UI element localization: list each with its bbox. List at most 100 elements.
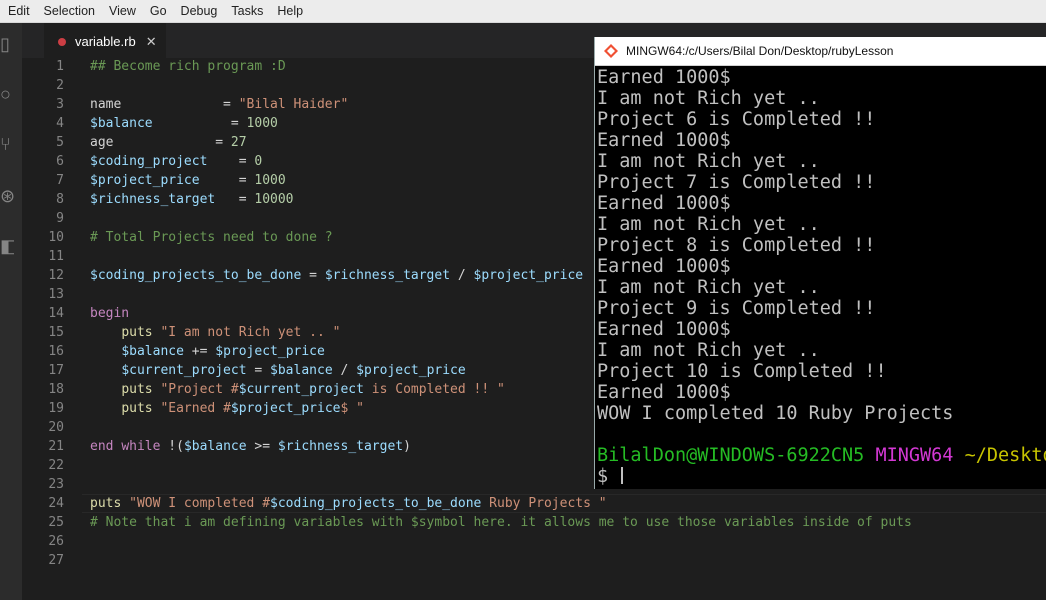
code-token: $balance	[270, 363, 333, 378]
menu-go[interactable]: Go	[142, 0, 173, 22]
terminal-line: Earned 1000$	[597, 256, 731, 277]
code-token: "WOW I completed #	[129, 496, 271, 511]
terminal-output[interactable]: Earned 1000$ I am not Rich yet .. Project …	[597, 67, 1046, 487]
search-icon[interactable]: ○	[0, 83, 14, 105]
code-token: =	[246, 363, 271, 378]
code-token: 1000	[254, 173, 286, 188]
line-number: 17	[48, 363, 64, 378]
code-token: puts	[90, 496, 122, 511]
line-number: 21	[48, 439, 64, 454]
code-token: /	[450, 268, 474, 283]
code-token: $project_price	[230, 401, 341, 416]
menu-edit[interactable]: Edit	[0, 0, 36, 22]
menu-tasks[interactable]: Tasks	[223, 0, 269, 22]
terminal-line: WOW I completed 10 Ruby Projects	[597, 403, 954, 424]
terminal-line: I am not Rich yet ..	[597, 340, 820, 361]
terminal-line: Project 8 is Completed !!	[597, 235, 876, 256]
code-token: puts	[121, 382, 153, 397]
line-number: 19	[48, 401, 64, 416]
code-text: name = "Bilal Haider"	[90, 95, 348, 114]
code-text: puts "I am not Rich yet .. "	[90, 323, 340, 342]
terminal-line: Earned 1000$	[597, 193, 731, 214]
files-icon[interactable]: ▯	[0, 33, 14, 55]
line-number: 10	[48, 230, 64, 245]
menu-bar: Edit Selection View Go Debug Tasks Help	[0, 0, 1046, 23]
line-number: 22	[48, 458, 64, 473]
code-text: $balance = 1000	[90, 114, 278, 133]
code-text: begin	[90, 304, 129, 323]
code-token: is Completed !! "	[363, 382, 505, 397]
code-token: Ruby Projects "	[481, 496, 607, 511]
tab-label: variable.rb	[75, 34, 136, 49]
code-token: $project_price	[473, 268, 584, 283]
terminal-title-bar[interactable]: MINGW64:/c/Users/Bilal Don/Desktop/rubyL…	[595, 37, 1046, 66]
terminal-line: Earned 1000$	[597, 319, 731, 340]
code-token: $current_project	[121, 363, 247, 378]
line-number: 3	[56, 97, 64, 112]
git-bash-icon	[604, 44, 618, 58]
code-token: $coding_project	[90, 154, 208, 169]
terminal-window[interactable]: MINGW64:/c/Users/Bilal Don/Desktop/rubyL…	[594, 37, 1046, 489]
terminal-line: Project 10 is Completed !!	[597, 361, 887, 382]
menu-help[interactable]: Help	[269, 0, 309, 22]
code-token: +=	[183, 344, 216, 359]
ruby-file-icon	[58, 37, 66, 46]
line-number: 15	[48, 325, 64, 340]
code-text: # Note that i am defining variables with…	[90, 513, 912, 532]
extensions-icon[interactable]: ◧	[0, 235, 14, 257]
menu-view[interactable]: View	[101, 0, 142, 22]
code-token: $project_price	[356, 363, 466, 378]
prompt-user: BilalDon@WINDOWS-6922CN5	[597, 445, 865, 466]
line-number: 9	[56, 211, 64, 226]
tab-variable-rb[interactable]: variable.rb ✕	[44, 23, 166, 59]
code-token: $current_project	[238, 382, 364, 397]
terminal-line: Earned 1000$	[597, 130, 731, 151]
code-token: $balance	[121, 344, 184, 359]
code-token: /	[332, 363, 357, 378]
line-number: 2	[56, 78, 64, 93]
line-number: 26	[48, 534, 64, 549]
terminal-line: Project 7 is Completed !!	[597, 172, 876, 193]
code-token: )	[403, 439, 411, 454]
code-token: ## Become rich program :D	[90, 59, 286, 74]
code-token: puts	[121, 325, 153, 340]
code-token: =	[301, 268, 325, 283]
menu-debug[interactable]: Debug	[173, 0, 224, 22]
close-icon[interactable]: ✕	[146, 34, 157, 50]
debug-icon[interactable]: ⊛	[0, 185, 14, 207]
code-token: $richness_target	[324, 268, 451, 283]
code-token: =	[215, 192, 255, 207]
menu-selection[interactable]: Selection	[36, 0, 101, 22]
code-token: 10000	[254, 192, 294, 207]
code-token: "Earned #	[160, 401, 231, 416]
line-number: 23	[48, 477, 64, 492]
code-token: name =	[90, 97, 239, 112]
line-number: 27	[48, 553, 64, 568]
input-prompt: $	[597, 466, 620, 487]
code-token: "Bilal Haider"	[238, 97, 349, 112]
line-number: 13	[48, 287, 64, 302]
code-token: # Note that i am defining variables with…	[90, 515, 912, 530]
code-token: $coding_projects_to_be_done	[90, 268, 302, 283]
code-text: $current_project = $balance / $project_p…	[90, 361, 466, 380]
line-number: 12	[48, 268, 64, 283]
code-text: # Total Projects need to done ?	[90, 228, 333, 247]
terminal-input-line[interactable]: $	[597, 466, 1046, 487]
code-text: $richness_target = 10000	[90, 190, 294, 209]
code-text: age = 27	[90, 133, 247, 152]
line-number: 18	[48, 382, 64, 397]
code-token: # Total Projects need to done ?	[90, 230, 333, 245]
code-token: $project_price	[90, 173, 200, 188]
text-cursor	[621, 467, 623, 484]
code-token: 0	[254, 154, 263, 169]
code-token: puts	[121, 401, 153, 416]
source-control-icon[interactable]: ⑂	[0, 133, 14, 155]
code-token: $richness_target	[90, 192, 216, 207]
code-text: $balance += $project_price	[90, 342, 325, 361]
line-number: 5	[56, 135, 64, 150]
